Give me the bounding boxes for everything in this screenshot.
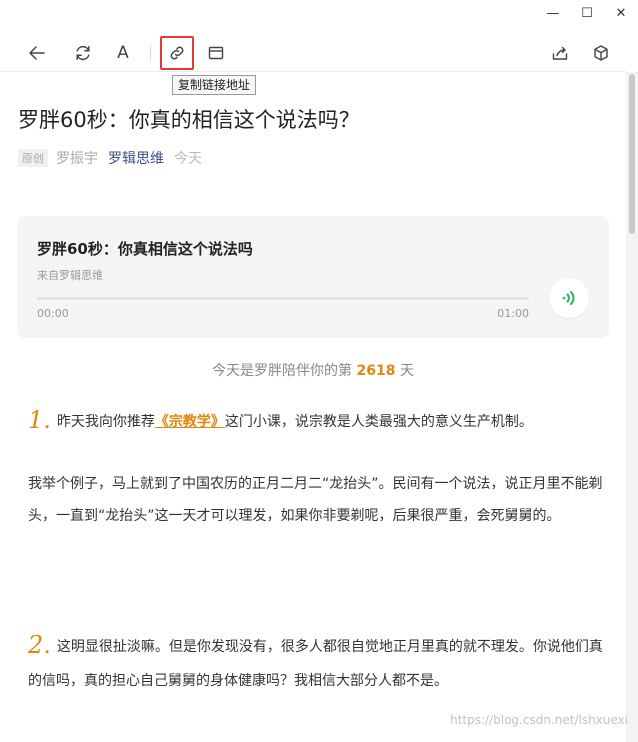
- play-button[interactable]: [549, 278, 589, 318]
- maximize-button[interactable]: ☐: [570, 0, 604, 26]
- audio-source: 来自罗辑思维: [37, 269, 103, 282]
- days-prefix: 今天是罗胖陪伴你的第: [212, 363, 353, 379]
- audio-progress-bar[interactable]: [37, 297, 529, 300]
- days-suffix: 天: [399, 363, 414, 379]
- open-in-window-button[interactable]: [201, 36, 231, 70]
- scrollbar-thumb[interactable]: [629, 74, 635, 234]
- toolbar-separator: [150, 45, 151, 61]
- audio-title: 罗胖60秒：你真相信这个说法吗: [37, 240, 253, 258]
- publish-date: 今天: [174, 151, 202, 167]
- copy-link-highlight: [160, 36, 194, 70]
- font-icon: A: [117, 43, 129, 63]
- window-icon: [208, 46, 224, 60]
- cube-button[interactable]: [586, 36, 616, 70]
- share-icon: [552, 46, 568, 60]
- refresh-button[interactable]: [68, 36, 98, 70]
- original-badge: 原创: [18, 149, 48, 167]
- scrollbar-track[interactable]: [626, 72, 638, 742]
- paragraph-3: 2. 这明显很扯淡嘛。但是你发现没有，很多人都很自觉地正月里真的就不理发。你说他们…: [28, 628, 606, 698]
- author-name: 罗振宇: [56, 151, 98, 167]
- share-button[interactable]: [545, 36, 575, 70]
- paragraph-text: 这明显很扯淡嘛。但是你发现没有，很多人都很自觉地正月里真的就不理发。你说他们真的…: [28, 639, 603, 689]
- close-button[interactable]: ✕: [604, 0, 638, 26]
- back-button[interactable]: [22, 36, 52, 70]
- font-button[interactable]: A: [108, 36, 138, 70]
- window-controls: — ☐ ✕: [536, 0, 638, 26]
- audio-duration: 01:00: [497, 307, 529, 320]
- source-link[interactable]: 罗辑思维: [108, 148, 164, 168]
- toolbar-divider: [0, 71, 626, 72]
- back-icon: [29, 46, 45, 60]
- days-counter: 今天是罗胖陪伴你的第 2618 天: [0, 360, 626, 380]
- paragraph-number: 2.: [28, 631, 51, 659]
- days-count: 2618: [356, 363, 396, 379]
- paragraph-1: 1. 昨天我向你推荐《宗教学》这门小课，说宗教是人类最强大的意义生产机制。: [28, 405, 606, 437]
- article-meta: 原创 罗振宇 罗辑思维 今天: [18, 148, 202, 168]
- audio-wave-icon: [562, 291, 575, 305]
- cube-icon: [594, 45, 608, 61]
- minimize-button[interactable]: —: [536, 0, 570, 26]
- paragraph-text: 昨天我向你推荐: [56, 414, 155, 430]
- paragraph-number: 1.: [28, 406, 51, 434]
- audio-current-time: 00:00: [37, 307, 69, 320]
- toolbar: A: [0, 36, 626, 70]
- watermark: https://blog.csdn.net/lshxuexi: [450, 713, 628, 727]
- paragraph-text: 这门小课，说宗教是人类最强大的意义生产机制。: [224, 414, 533, 430]
- course-link[interactable]: 《宗教学》: [155, 414, 225, 430]
- refresh-icon: [76, 45, 90, 61]
- copy-link-tooltip: 复制链接地址: [172, 75, 257, 95]
- paragraph-2: 我举个例子，马上就到了中国农历的正月二月二“龙抬头”。民间有一个说法，说正月里不…: [28, 476, 603, 524]
- article-title: 罗胖60秒：你真的相信这个说法吗？: [18, 108, 360, 132]
- audio-player: 罗胖60秒：你真相信这个说法吗 来自罗辑思维 00:00 01:00: [17, 216, 609, 338]
